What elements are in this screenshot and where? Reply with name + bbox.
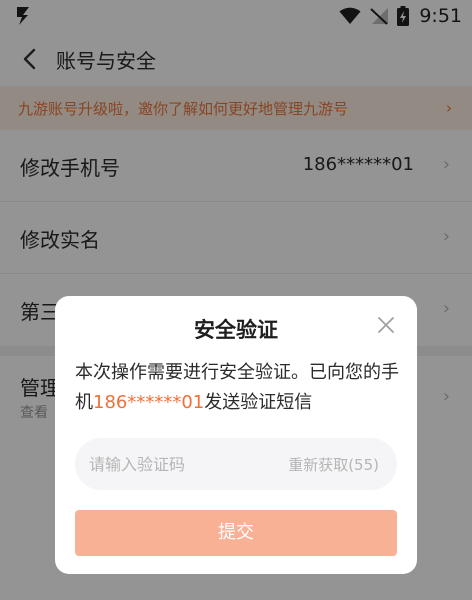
message-phone: 186******01	[93, 392, 205, 413]
verification-code-input[interactable]	[89, 438, 279, 490]
dialog-message: 本次操作需要进行安全验证。已向您的手机186******01发送验证短信	[75, 358, 401, 418]
dialog-title: 安全验证	[194, 318, 278, 342]
close-icon	[378, 317, 394, 333]
verification-code-box: 重新获取(55)	[75, 438, 397, 490]
close-button[interactable]	[373, 312, 399, 338]
submit-button[interactable]: 提交	[75, 510, 397, 556]
security-verification-dialog: 安全验证 本次操作需要进行安全验证。已向您的手机186******01发送验证短…	[55, 296, 417, 574]
resend-code-button[interactable]: 重新获取(55)	[288, 454, 379, 475]
message-suffix: 发送验证短信	[204, 392, 313, 413]
